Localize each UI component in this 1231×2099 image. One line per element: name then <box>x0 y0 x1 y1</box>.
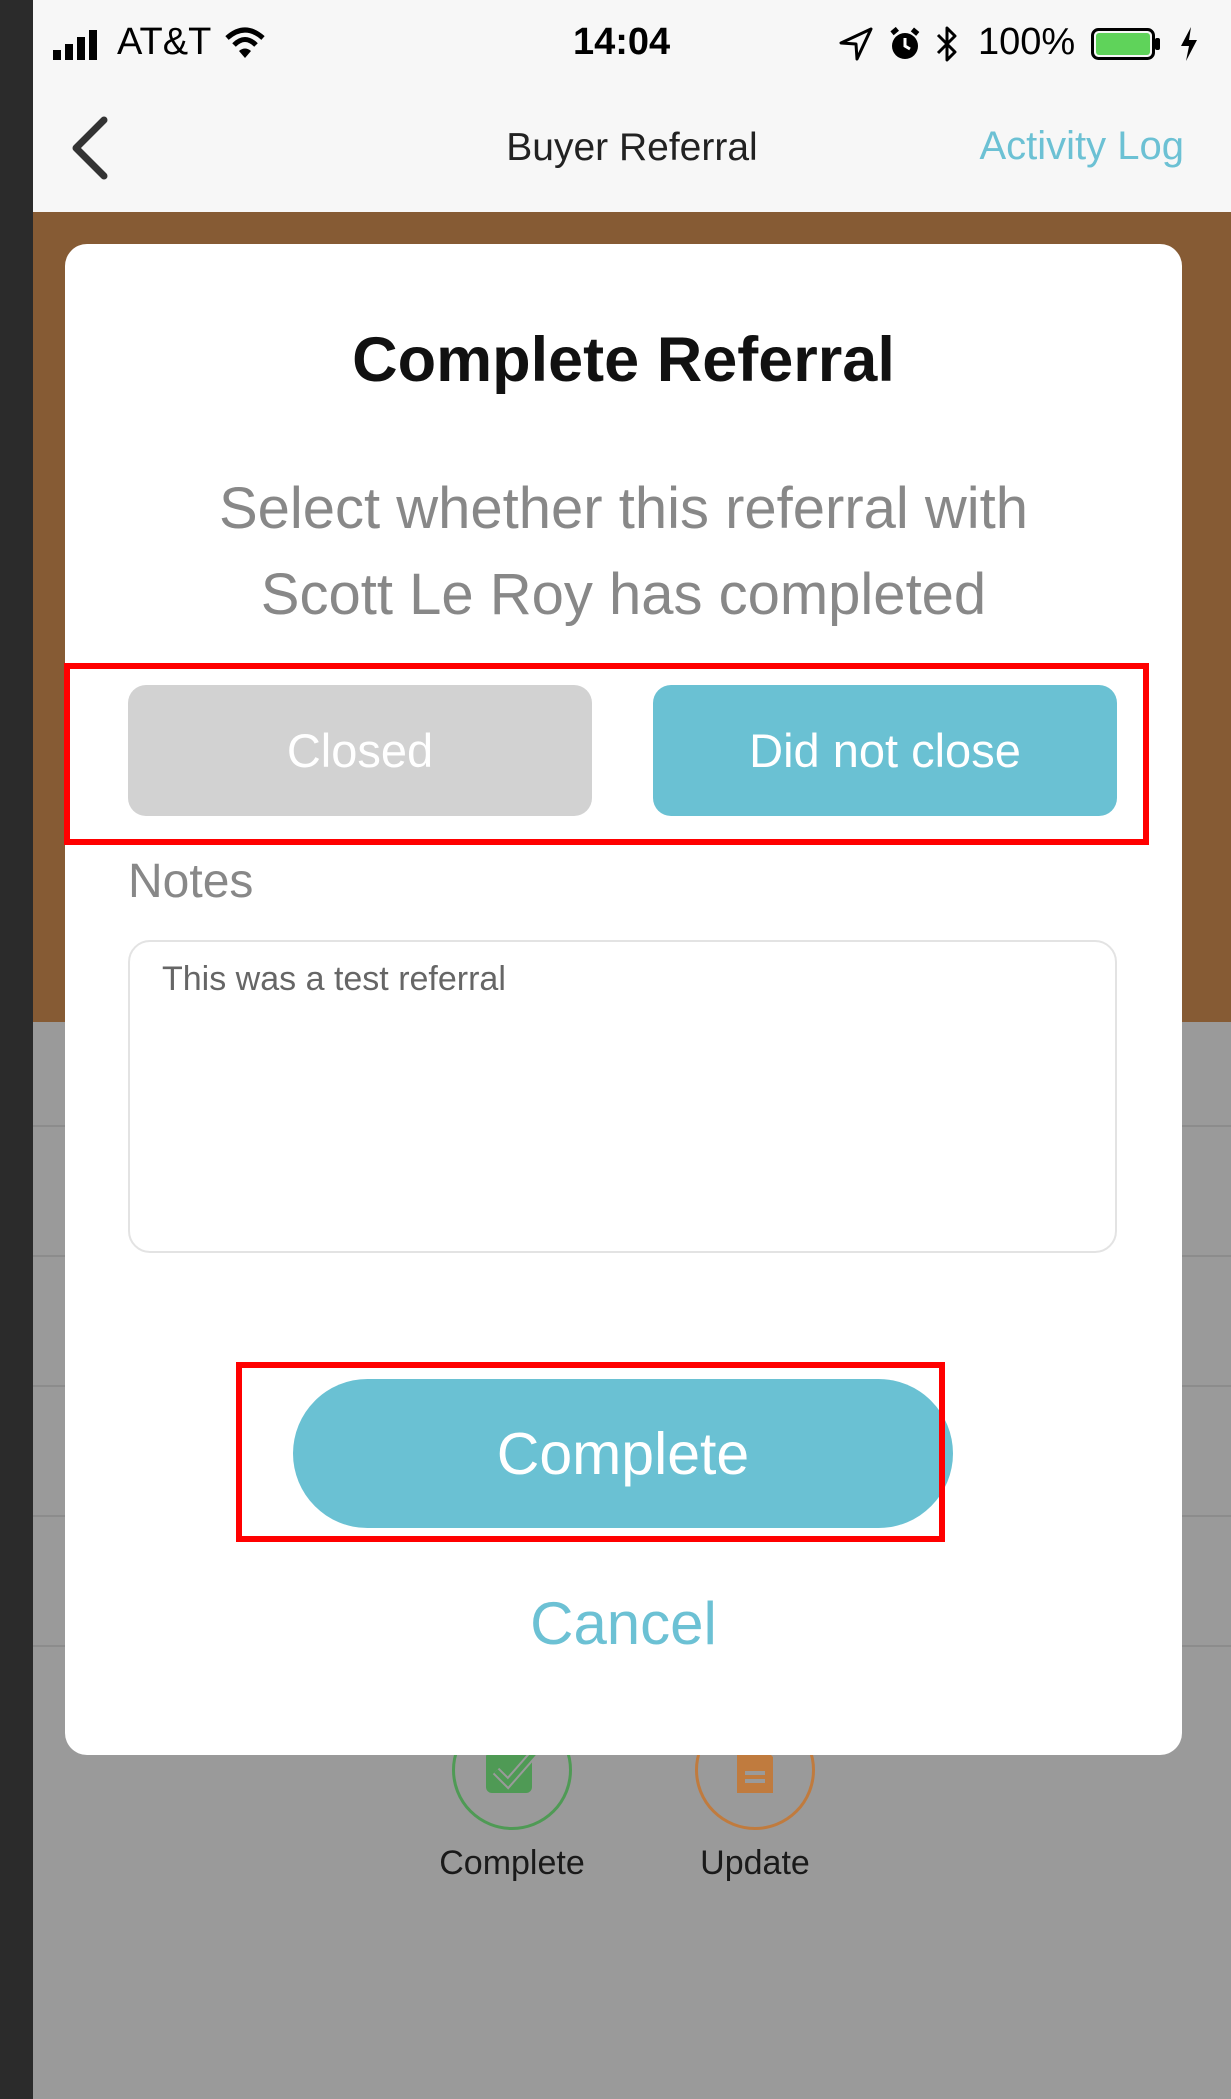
wifi-icon <box>225 27 265 58</box>
battery-icon <box>1091 28 1160 60</box>
signal-icon <box>53 30 97 60</box>
highlight-box-options <box>64 663 1149 845</box>
highlight-box-complete <box>236 1362 945 1542</box>
status-bar: AT&T 14:04 100% <box>33 0 1231 88</box>
cancel-button[interactable]: Cancel <box>65 1589 1182 1658</box>
modal-subtitle: Select whether this referral with Scott … <box>218 476 1029 627</box>
alarm-icon <box>890 27 920 59</box>
charging-icon <box>1181 27 1197 61</box>
activity-log-link[interactable]: Activity Log <box>979 124 1184 169</box>
location-icon <box>839 27 873 61</box>
bluetooth-icon <box>936 26 957 62</box>
modal-title: Complete Referral <box>352 325 895 395</box>
clock-time: 14:04 <box>573 21 671 63</box>
notes-label: Notes <box>128 855 254 908</box>
battery-percent: 100% <box>978 21 1076 63</box>
carrier-name: AT&T <box>117 21 212 63</box>
update-action-label: Update <box>700 1844 810 1882</box>
phone-screen: AT&T 14:04 100% Buyer Referral Activity … <box>33 0 1231 2099</box>
navigation-bar: Buyer Referral Activity Log <box>33 88 1231 212</box>
notes-field[interactable]: This was a test referral <box>128 940 1117 1253</box>
complete-action-label: Complete <box>439 1844 585 1882</box>
